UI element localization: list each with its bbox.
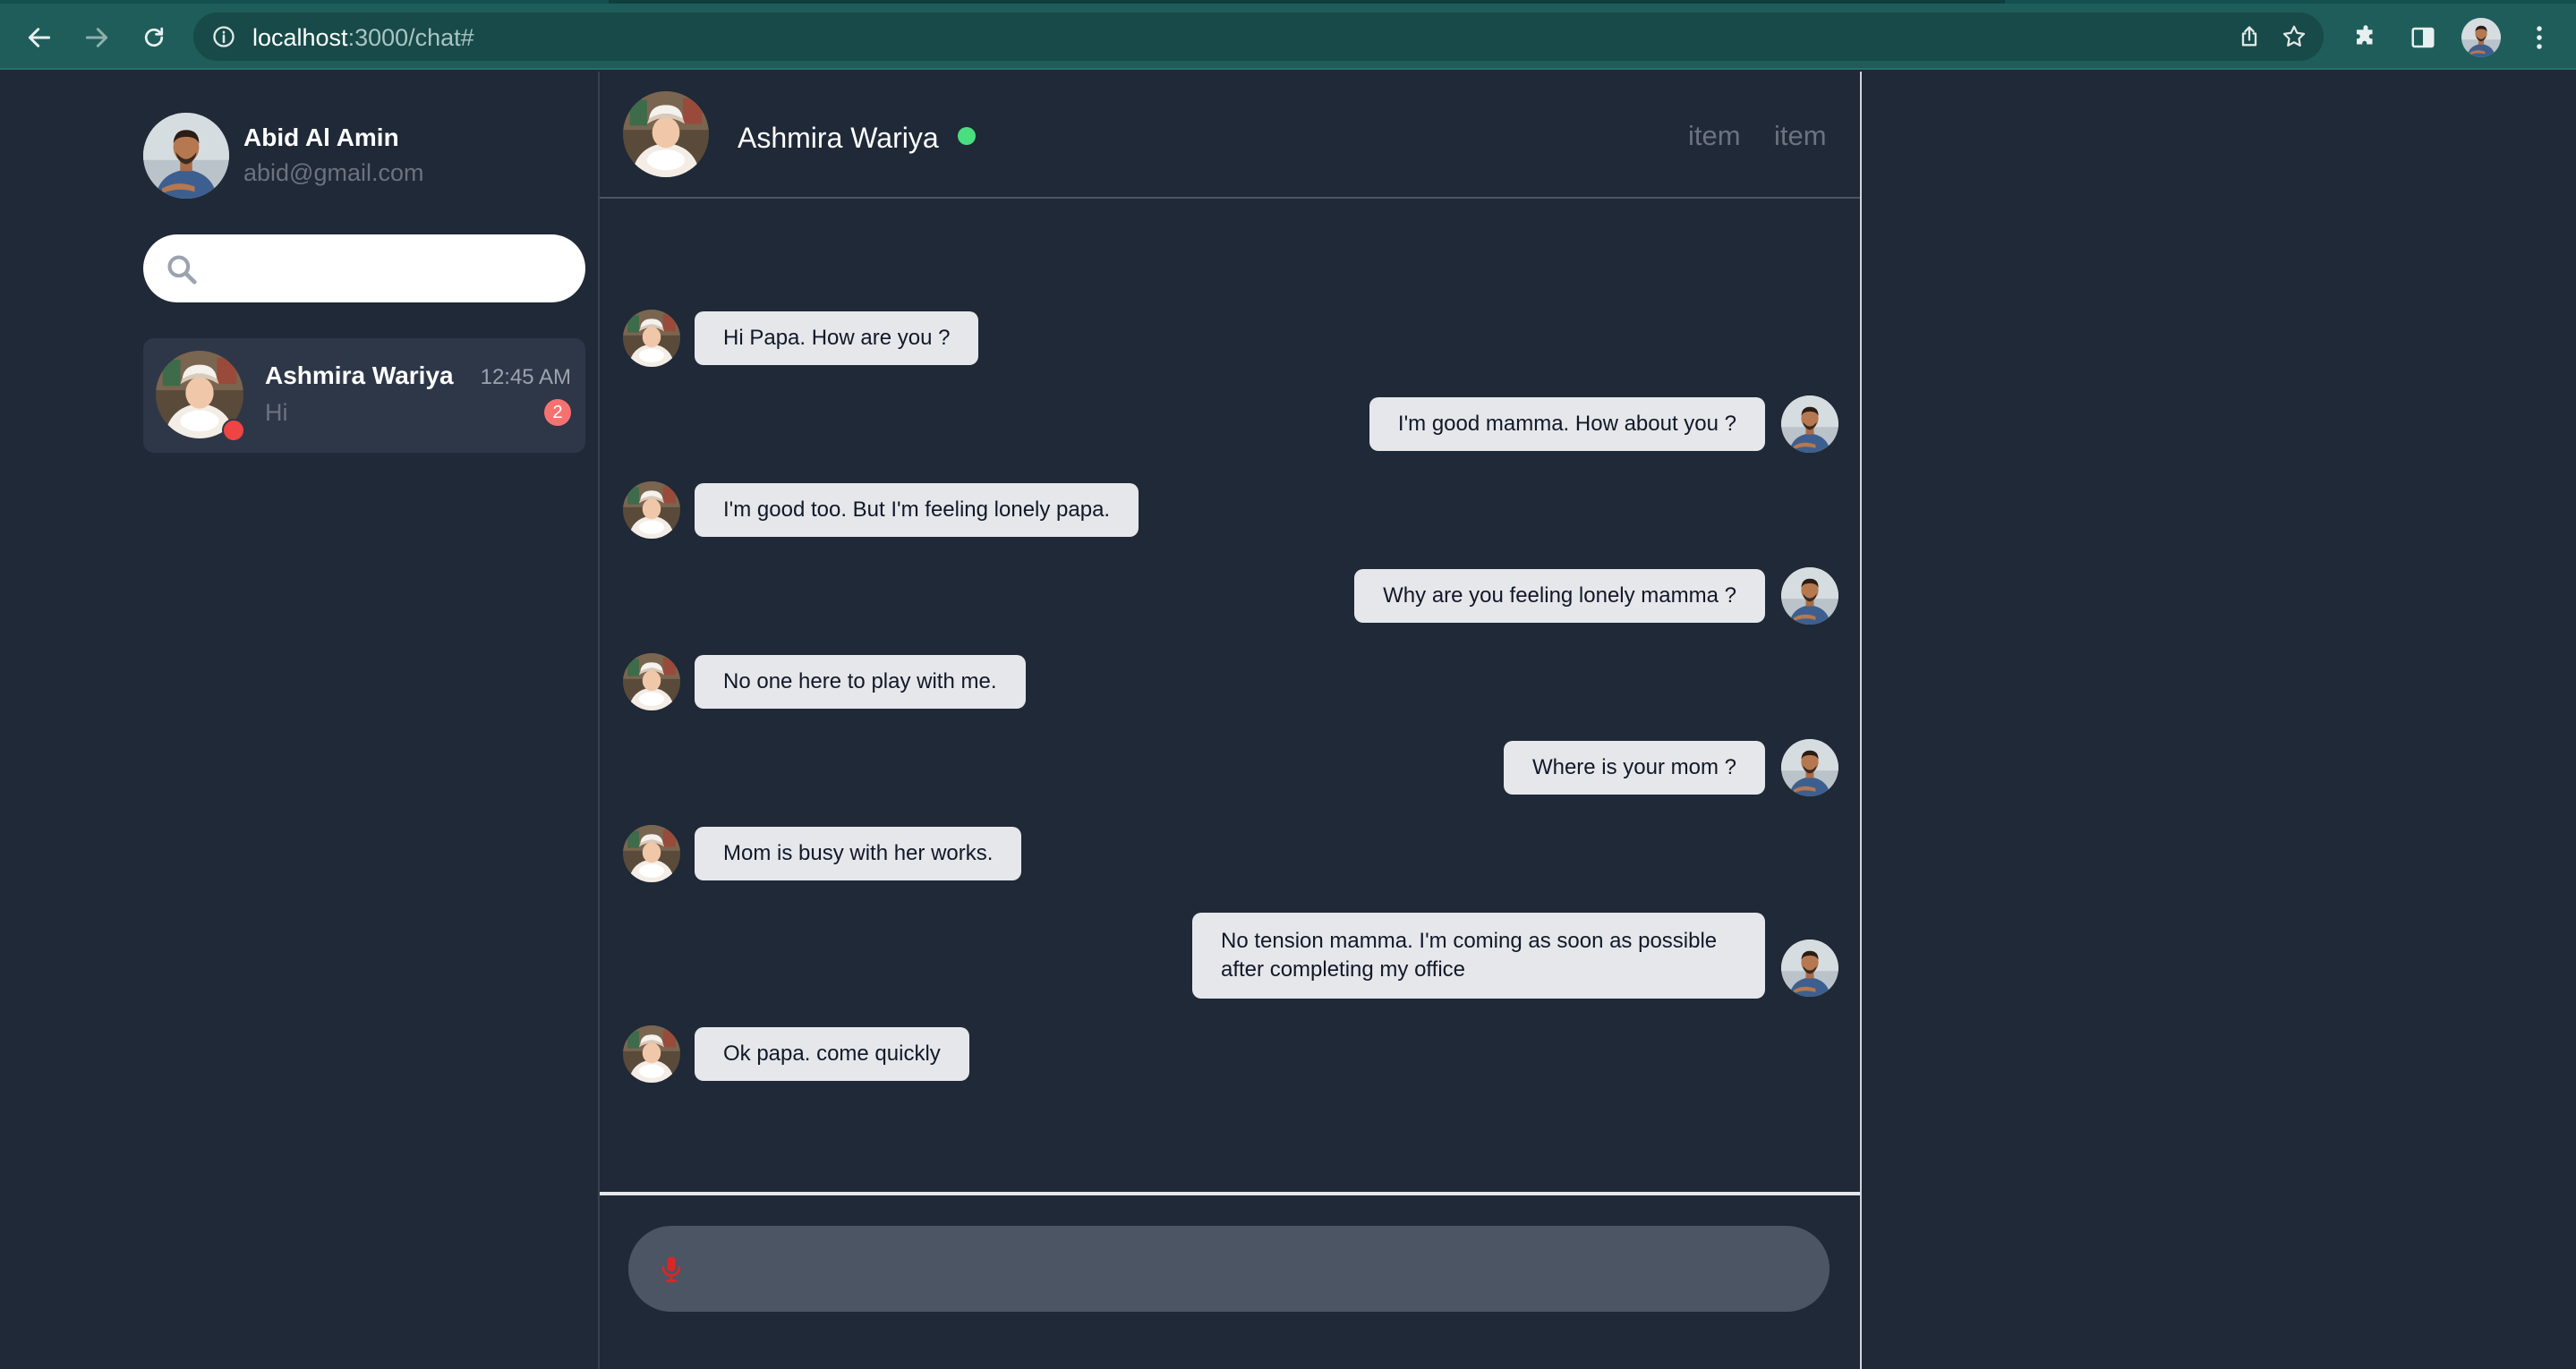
back-arrow-icon[interactable] <box>21 20 57 55</box>
message-bubble-received: No one here to play with me. <box>695 655 1026 709</box>
forward-arrow-icon[interactable] <box>79 20 115 55</box>
reload-icon[interactable] <box>136 20 172 55</box>
url-text: localhost:3000/chat# <box>252 24 474 52</box>
star-icon[interactable] <box>2279 21 2309 52</box>
url-path: :3000/chat# <box>347 24 474 51</box>
share-icon[interactable] <box>2234 21 2265 52</box>
contact-item[interactable]: Ashmira Wariya 12:45 AM Hi 2 <box>143 338 585 453</box>
peer-message-avatar <box>623 1025 680 1083</box>
offline-status-dot <box>222 419 245 442</box>
my-email: abid@gmail.com <box>243 159 424 186</box>
peer-message-avatar <box>623 653 680 710</box>
puzzle-icon[interactable] <box>2350 22 2381 53</box>
browser-toolbar: localhost:3000/chat# <box>0 4 2576 70</box>
peer-message-avatar <box>623 310 680 367</box>
peer-avatar <box>623 91 709 177</box>
online-status-dot <box>958 127 976 145</box>
chat-panel: Ashmira Wariya item item Hi Papa. How ar… <box>600 72 1862 1369</box>
peer-name: Ashmira Wariya <box>738 122 939 154</box>
peer-message-avatar <box>623 481 680 539</box>
contact-name: Ashmira Wariya <box>265 361 454 389</box>
my-name: Abid Al Amin <box>243 123 399 151</box>
sidebar-icon[interactable] <box>2408 22 2438 53</box>
my-avatar <box>143 113 229 199</box>
chat-header: Ashmira Wariya item item <box>600 72 1860 199</box>
my-message-avatar <box>1781 567 1838 625</box>
header-item-1[interactable]: item <box>1688 120 1741 152</box>
search-input[interactable] <box>209 247 567 290</box>
message-composer <box>628 1226 1830 1312</box>
microphone-icon[interactable] <box>655 1253 687 1285</box>
message-bubble-sent: Why are you feeling lonely mamma ? <box>1354 569 1765 623</box>
my-message-avatar <box>1781 395 1838 453</box>
message-bubble-received: Ok papa. come quickly <box>695 1027 969 1081</box>
message-bubble-sent: Where is your mom ? <box>1503 741 1765 795</box>
menu-dots-icon[interactable] <box>2524 22 2555 53</box>
message-bubble-sent: I'm good mamma. How about you ? <box>1369 397 1765 451</box>
message-bubble-received: I'm good too. But I'm feeling lonely pap… <box>695 483 1139 537</box>
composer-divider <box>600 1192 1860 1195</box>
chat-app: Abid Al Amin abid@gmail.com Ashmira Wari… <box>0 72 2576 1369</box>
search-icon <box>165 252 199 286</box>
contact-time: 12:45 AM <box>480 365 571 389</box>
contact-last-message: Hi <box>265 399 288 426</box>
search-box <box>143 234 585 302</box>
message-bubble-received: Mom is busy with her works. <box>695 827 1022 880</box>
info-icon[interactable] <box>211 24 236 49</box>
header-item-2[interactable]: item <box>1774 120 1827 152</box>
my-message-avatar <box>1781 739 1838 796</box>
my-message-avatar <box>1781 940 1838 997</box>
message-bubble-received: Hi Papa. How are you ? <box>695 311 979 365</box>
message-bubble-sent: No tension mamma. I'm coming as soon as … <box>1192 913 1765 999</box>
browser-profile-avatar[interactable] <box>2461 18 2501 57</box>
peer-message-avatar <box>623 825 680 882</box>
address-bar[interactable]: localhost:3000/chat# <box>193 13 2324 61</box>
sidebar: Abid Al Amin abid@gmail.com Ashmira Wari… <box>0 72 600 1369</box>
unread-count-badge: 2 <box>544 399 571 426</box>
message-input[interactable] <box>709 1246 1801 1292</box>
url-host: localhost <box>252 24 348 51</box>
